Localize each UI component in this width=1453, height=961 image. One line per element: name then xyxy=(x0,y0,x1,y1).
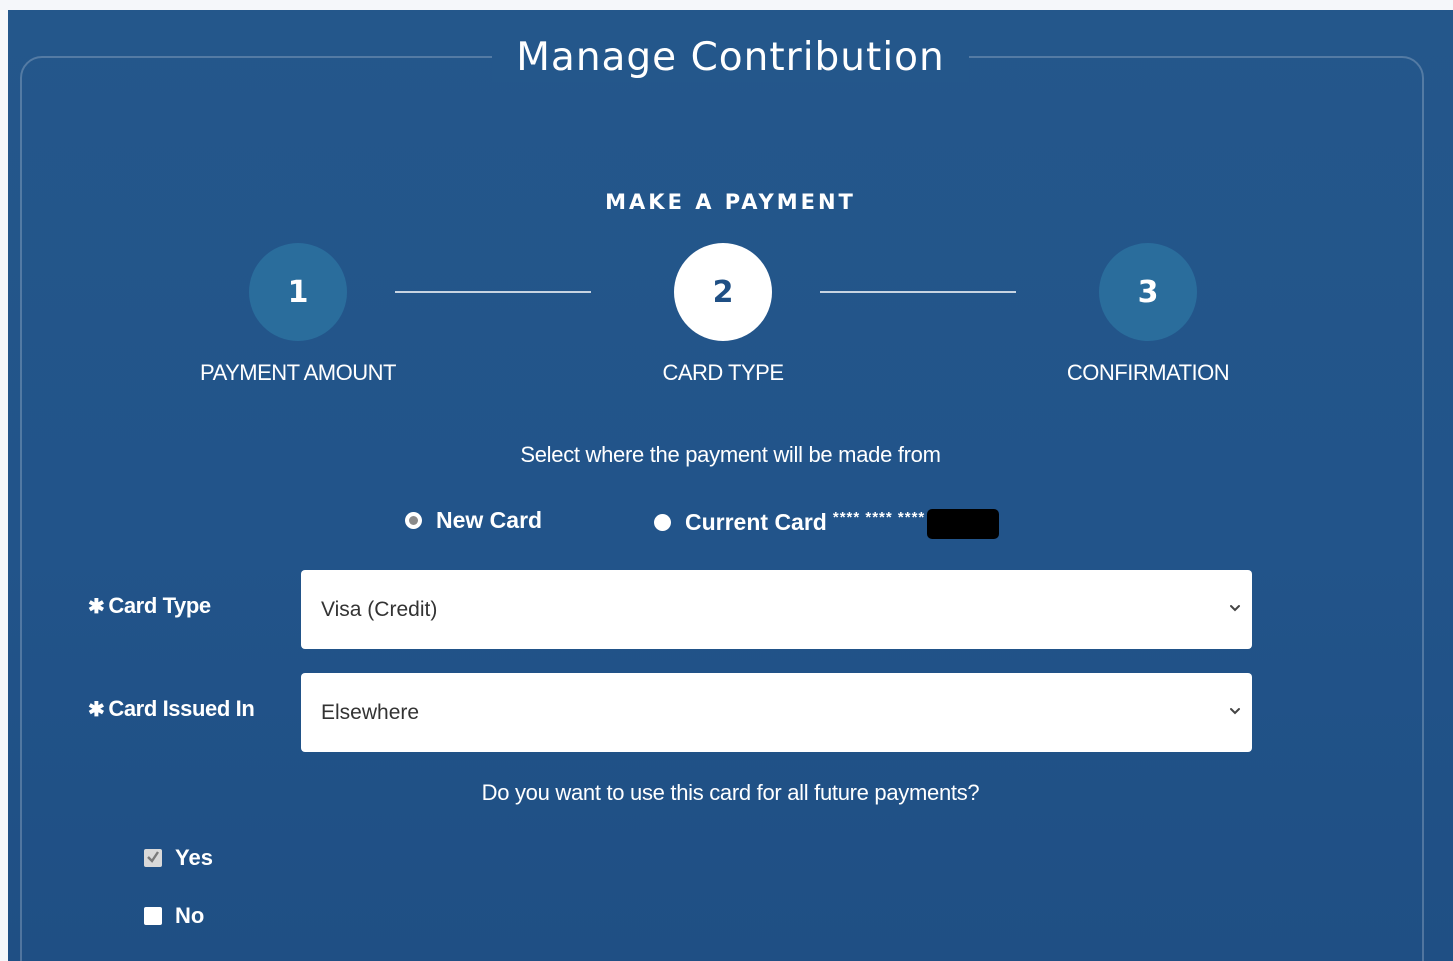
new-card-radio[interactable]: New Card xyxy=(405,507,542,534)
step-2-circle[interactable]: 2 xyxy=(674,243,772,341)
current-card-radio[interactable]: Current Card **** **** **** xyxy=(654,507,1000,539)
card-issued-in-value: Elsewhere xyxy=(321,700,420,724)
step-1-label: PAYMENT AMOUNT xyxy=(200,360,396,385)
step-3-label: CONFIRMATION xyxy=(1066,360,1230,385)
card-type-label: ✱ Card Type xyxy=(88,593,211,619)
card-issued-in-label: ✱ Card Issued In xyxy=(88,696,255,722)
app-window: Manage Contribution MAKE A PAYMENT 1 2 3… xyxy=(8,10,1453,961)
yes-checkbox[interactable]: Yes xyxy=(144,845,213,871)
chevron-down-icon xyxy=(1230,605,1240,612)
radio-unchecked-icon[interactable] xyxy=(654,513,671,531)
card-issued-in-label-text: Card Issued In xyxy=(108,696,255,721)
no-checkbox[interactable]: No xyxy=(144,903,204,929)
card-type-value: Visa (Credit) xyxy=(321,597,438,621)
step-connector-1-2 xyxy=(395,291,591,293)
required-asterisk-icon: ✱ xyxy=(88,596,105,618)
step-2-label: CARD TYPE xyxy=(662,360,784,385)
current-card-masked-number: **** **** **** xyxy=(832,508,926,526)
card-type-label-text: Card Type xyxy=(108,593,211,618)
yes-label: Yes xyxy=(175,845,213,870)
step-connector-2-3 xyxy=(820,291,1016,293)
no-label: No xyxy=(175,903,205,928)
step-1-circle[interactable]: 1 xyxy=(249,243,347,341)
chevron-down-icon xyxy=(1230,708,1240,715)
new-card-label: New Card xyxy=(436,507,543,533)
card-type-select[interactable]: Visa (Credit) xyxy=(301,570,1252,649)
current-card-label: Current Card xyxy=(685,508,827,535)
future-payments-question: Do you want to use this card for all fut… xyxy=(481,780,980,805)
required-asterisk-icon: ✱ xyxy=(88,699,105,721)
redaction-block xyxy=(927,509,1000,539)
step-3-circle[interactable]: 3 xyxy=(1099,243,1197,341)
card-issued-in-select[interactable]: Elsewhere xyxy=(301,673,1252,752)
section-heading: MAKE A PAYMENT xyxy=(605,190,856,214)
checkbox-unchecked-icon[interactable] xyxy=(144,907,162,925)
radio-checked-icon[interactable] xyxy=(405,512,422,529)
payment-source-prompt: Select where the payment will be made fr… xyxy=(520,442,941,467)
checkbox-checked-icon[interactable] xyxy=(144,849,162,867)
